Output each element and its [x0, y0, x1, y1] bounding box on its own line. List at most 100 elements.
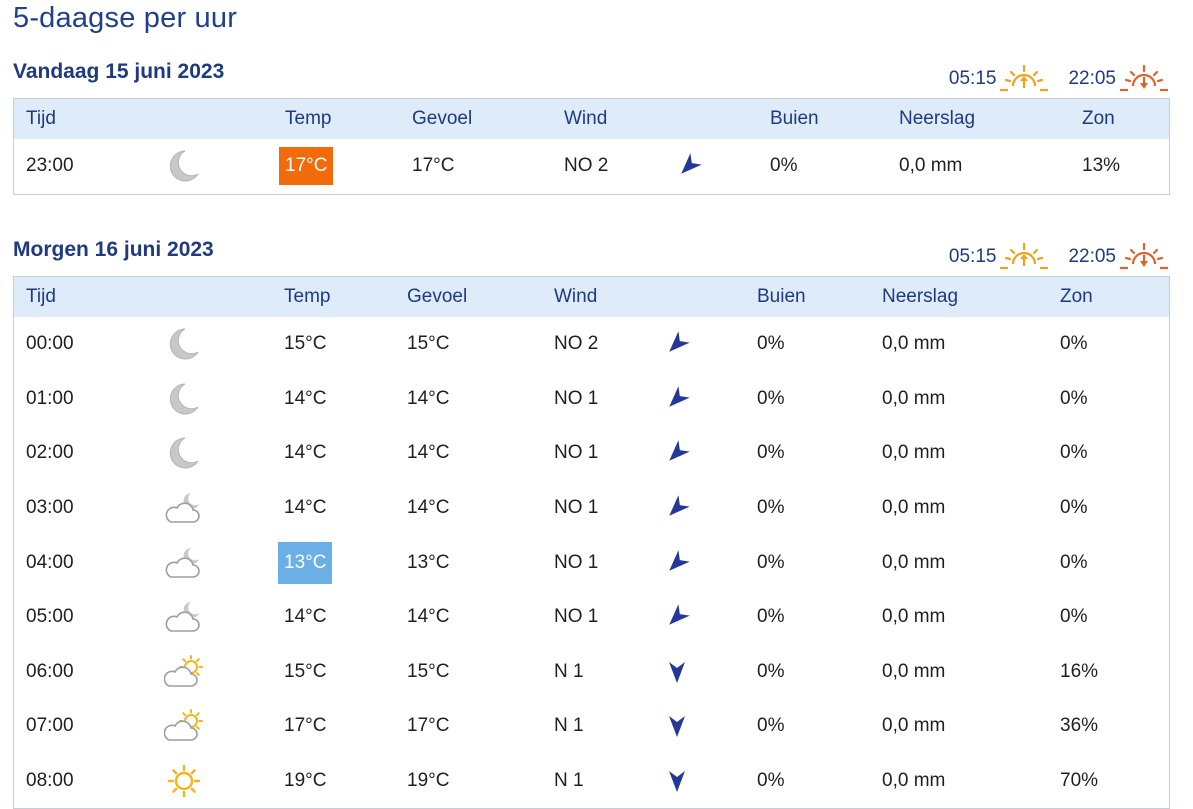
cell-showers: 0%	[757, 715, 785, 737]
cell-icon	[164, 699, 204, 754]
wind-direction-icon	[664, 331, 690, 357]
cell-time: 02:00	[26, 442, 74, 464]
cell-wind: N 1	[554, 660, 584, 682]
column-header-time: Tijd	[26, 108, 56, 129]
cell-arrow	[664, 481, 690, 536]
cell-wind: NO 1	[554, 606, 599, 628]
cell-icon	[164, 317, 204, 372]
cloud-moon-icon	[164, 598, 204, 636]
cell-time: 08:00	[26, 770, 74, 792]
cell-precip: 0,0 mm	[882, 387, 946, 409]
column-header-wind: Wind	[564, 108, 608, 129]
cell-icon	[164, 754, 204, 809]
temperature-value: 14°C	[284, 497, 327, 519]
cell-time: 05:00	[26, 606, 74, 628]
table-row: 01:00 14°C 14°C NO 1 0% 0,0 mm 0%	[14, 372, 1169, 427]
cell-icon	[164, 139, 204, 194]
cell-precip: 0,0 mm	[882, 551, 946, 573]
cell-arrow	[664, 645, 690, 700]
cell-icon	[164, 426, 204, 481]
cell-feel: 14°C	[407, 387, 450, 409]
column-header-temp: Temp	[285, 108, 332, 129]
wind-direction-icon	[664, 495, 690, 521]
cell-time: 07:00	[26, 715, 74, 737]
wind-direction-icon	[664, 659, 690, 685]
column-header-precip: Neerslag	[882, 286, 959, 307]
sun-times: 05:15 22:05	[949, 242, 1170, 272]
column-header-temp: Temp	[284, 286, 331, 307]
cell-arrow	[664, 535, 690, 590]
sunrise-time: 05:15	[948, 68, 997, 89]
wind-direction-icon	[664, 768, 690, 794]
cell-icon	[164, 535, 204, 590]
column-header-feel: Gevoel	[412, 108, 473, 129]
sunrise-icon	[996, 242, 1050, 272]
cell-temp: 15°C	[284, 645, 326, 700]
cell-icon	[164, 481, 204, 536]
cell-feel: 17°C	[412, 155, 455, 177]
cell-precip: 0,0 mm	[882, 715, 946, 737]
cell-temp: 17°C	[279, 139, 334, 194]
cell-precip: 0,0 mm	[882, 770, 946, 792]
table-row: 07:00 17°C 17°C N 1 0% 0,0 mm 36%	[14, 699, 1169, 754]
cell-time: 23:00	[26, 155, 74, 177]
temperature-value: 14°C	[284, 387, 327, 409]
cell-feel: 17°C	[407, 715, 450, 737]
moon-icon	[164, 325, 204, 363]
temperature-value: 14°C	[284, 606, 327, 628]
cell-feel: 14°C	[407, 497, 450, 519]
cell-sun: 36%	[1060, 715, 1099, 737]
cell-precip: 0,0 mm	[899, 155, 963, 177]
column-header-showers: Buien	[757, 286, 806, 307]
temperature-value: 15°C	[284, 333, 327, 355]
cell-feel: 19°C	[407, 770, 450, 792]
wind-direction-icon	[664, 549, 690, 576]
cell-precip: 0,0 mm	[882, 333, 946, 355]
cell-time: 00:00	[26, 333, 74, 355]
table-row: 23:00 17°C 17°C NO 2 0% 0,0 mm 13%	[14, 139, 1169, 194]
cell-showers: 0%	[757, 551, 785, 573]
sunset-icon	[1116, 242, 1170, 272]
cell-wind: N 1	[554, 770, 584, 792]
cell-time: 06:00	[26, 660, 74, 682]
cell-precip: 0,0 mm	[882, 497, 946, 519]
cell-wind: NO 1	[554, 551, 599, 573]
cell-showers: 0%	[757, 770, 785, 792]
cell-arrow	[664, 426, 690, 481]
day-title: Vandaag 15 juni 2023	[13, 60, 225, 83]
cell-sun: 0%	[1060, 387, 1088, 409]
cell-sun: 0%	[1060, 606, 1088, 628]
cloud-sun-icon	[164, 653, 204, 691]
temperature-value: 17°C	[279, 147, 334, 186]
temperature-value: 17°C	[284, 715, 327, 737]
cell-icon	[164, 645, 204, 700]
column-header-wind: Wind	[554, 286, 598, 307]
moon-icon	[164, 380, 204, 418]
sunrise-icon	[996, 64, 1050, 94]
cell-feel: 13°C	[407, 551, 450, 573]
cell-precip: 0,0 mm	[882, 660, 946, 682]
cell-arrow	[664, 372, 690, 427]
cell-arrow	[664, 590, 690, 645]
column-header-time: Tijd	[26, 286, 56, 307]
cell-showers: 0%	[757, 660, 785, 682]
cell-precip: 0,0 mm	[882, 442, 946, 464]
cell-temp: 14°C	[284, 372, 326, 427]
cell-showers: 0%	[757, 442, 785, 464]
cell-time: 03:00	[26, 497, 74, 519]
cell-sun: 13%	[1082, 155, 1121, 177]
table-row: 00:00 15°C 15°C NO 2 0% 0,0 mm 0%	[14, 317, 1169, 372]
cell-sun: 70%	[1060, 770, 1099, 792]
sunset-time: 22:05	[1068, 68, 1116, 89]
cell-icon	[164, 590, 204, 645]
day-title: Morgen 16 juni 2023	[13, 238, 214, 261]
cell-temp: 17°C	[284, 699, 326, 754]
cell-showers: 0%	[757, 606, 785, 628]
moon-icon	[164, 147, 204, 185]
cell-showers: 0%	[757, 387, 785, 409]
table-row: 06:00 15°C 15°C N 1 0% 0,0 mm 16%	[14, 645, 1169, 700]
cell-icon	[164, 372, 204, 427]
sunset-icon	[1116, 64, 1170, 94]
cell-feel: 15°C	[407, 660, 450, 682]
table-header: Tijd Temp Gevoel Wind Buien Neerslag Zon	[14, 277, 1169, 317]
